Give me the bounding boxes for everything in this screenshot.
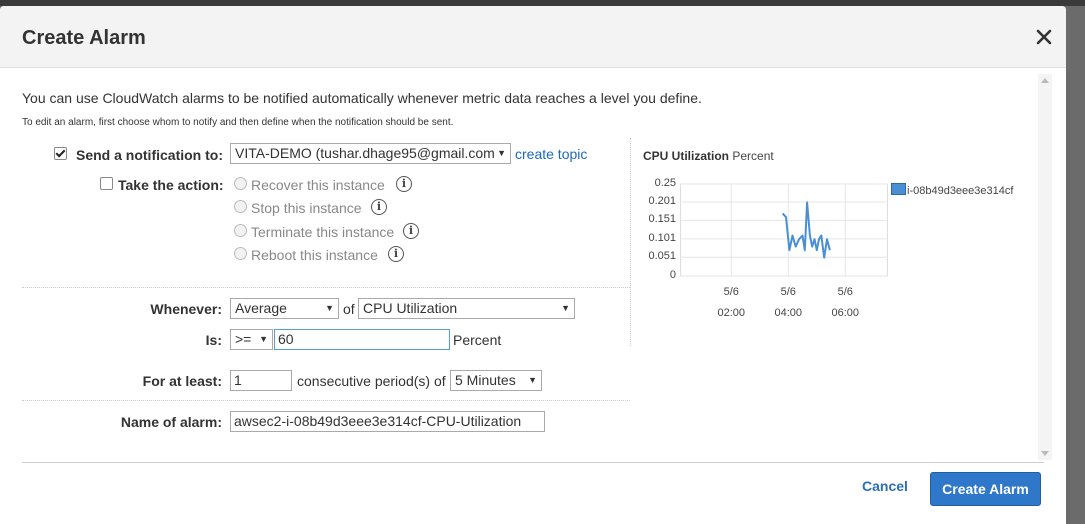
operator-select[interactable]: >= ▼ <box>230 329 273 350</box>
period-duration-select[interactable]: 5 Minutes ▼ <box>450 370 542 391</box>
scroll-up-icon[interactable] <box>1041 78 1049 83</box>
chart-frame <box>680 183 888 277</box>
column-divider <box>630 138 631 346</box>
legend-swatch <box>891 183 906 195</box>
send-notification-label: Send a notification to: <box>76 147 223 163</box>
chevron-down-icon: ▼ <box>497 148 506 158</box>
scrollbar[interactable] <box>1038 74 1052 460</box>
chevron-down-icon: ▼ <box>325 303 334 313</box>
footer-divider <box>22 462 1044 463</box>
x-tick-date-label: 5/6 <box>780 286 796 298</box>
take-action-label: Take the action: <box>118 177 224 193</box>
alarm-name-input[interactable]: awsec2-i-08b49d3eee3e314cf-CPU-Utilizati… <box>230 411 545 432</box>
x-tick-time-label: 06:00 <box>831 307 860 319</box>
chevron-down-icon: ▼ <box>561 303 570 313</box>
whenever-label: Whenever: <box>150 301 222 317</box>
alarm-name-label: Name of alarm: <box>120 414 222 430</box>
chart-unit: Percent <box>732 149 774 163</box>
cpu-utilization-chart <box>680 183 888 277</box>
for-at-least-label: For at least: <box>142 373 222 389</box>
create-alarm-button[interactable]: Create Alarm <box>930 472 1041 506</box>
option-label-reboot: Reboot this instance <box>251 247 378 263</box>
notification-topic-select[interactable]: VITA-DEMO (tushar.dhage95@gmail.com ▼ <box>230 143 511 164</box>
chart-legend: i-08b49d3eee3e314cf <box>891 183 1013 197</box>
info-icon[interactable]: i <box>371 199 387 215</box>
scroll-down-icon[interactable] <box>1041 451 1049 456</box>
radio-stop-instance[interactable] <box>234 200 247 213</box>
y-tick-label: 0.151 <box>648 213 676 226</box>
series-line <box>781 201 831 259</box>
intro-text: You can use CloudWatch alarms to be noti… <box>22 90 702 106</box>
chart-title-text: CPU Utilization <box>643 149 729 163</box>
option-label-recover: Recover this instance <box>251 177 385 193</box>
period-count-input[interactable]: 1 <box>230 370 292 391</box>
cancel-button[interactable]: Cancel <box>862 478 908 494</box>
take-action-checkbox[interactable] <box>100 177 113 190</box>
threshold-input[interactable]: 60 <box>274 329 450 350</box>
metric-value: CPU Utilization <box>363 300 458 316</box>
create-topic-link[interactable]: create topic <box>515 146 587 162</box>
statistic-value: Average <box>235 300 287 316</box>
send-notification-checkbox[interactable] <box>54 147 67 160</box>
y-tick-label: 0.101 <box>648 231 676 244</box>
notification-topic-value: VITA-DEMO (tushar.dhage95@gmail.com <box>235 145 495 161</box>
period-text: consecutive period(s) of <box>297 373 446 389</box>
of-text: of <box>343 301 355 317</box>
chevron-down-icon: ▼ <box>528 375 537 385</box>
close-icon[interactable] <box>1034 27 1054 47</box>
y-tick-label: 0.25 <box>654 177 676 189</box>
chevron-down-icon: ▼ <box>259 334 268 344</box>
period-duration-value: 5 Minutes <box>455 372 516 388</box>
y-tick-label: 0.201 <box>648 195 676 208</box>
info-icon[interactable]: i <box>396 176 412 192</box>
x-tick-date-label: 5/6 <box>723 286 739 298</box>
x-tick-time-label: 04:00 <box>774 307 803 319</box>
metric-select[interactable]: CPU Utilization ▼ <box>358 298 575 319</box>
info-icon[interactable]: i <box>388 246 404 262</box>
create-alarm-dialog: Create Alarm You can use CloudWatch alar… <box>0 6 1066 524</box>
statistic-select[interactable]: Average ▼ <box>230 298 339 319</box>
radio-terminate-instance[interactable] <box>234 224 247 237</box>
operator-value: >= <box>235 331 252 347</box>
intro-help-text: To edit an alarm, first choose whom to n… <box>22 117 454 128</box>
y-tick-label: 0 <box>669 269 676 281</box>
option-label-stop: Stop this instance <box>251 200 362 216</box>
radio-recover-instance[interactable] <box>234 177 247 190</box>
option-label-terminate: Terminate this instance <box>251 224 395 240</box>
is-label: Is: <box>205 332 222 348</box>
x-tick-date-label: 5/6 <box>837 286 853 298</box>
radio-reboot-instance[interactable] <box>234 247 247 260</box>
section-divider <box>22 287 630 288</box>
dialog-header: Create Alarm <box>0 6 1066 68</box>
x-tick-time-label: 02:00 <box>717 307 746 319</box>
y-tick-label: 0.051 <box>648 250 676 263</box>
info-icon[interactable]: i <box>403 223 419 239</box>
chart-title: CPU Utilization Percent <box>643 149 774 163</box>
threshold-unit: Percent <box>453 332 502 348</box>
dialog-title: Create Alarm <box>22 27 146 49</box>
legend-series-name: i-08b49d3eee3e314cf <box>907 185 1014 197</box>
section-divider <box>22 400 630 401</box>
